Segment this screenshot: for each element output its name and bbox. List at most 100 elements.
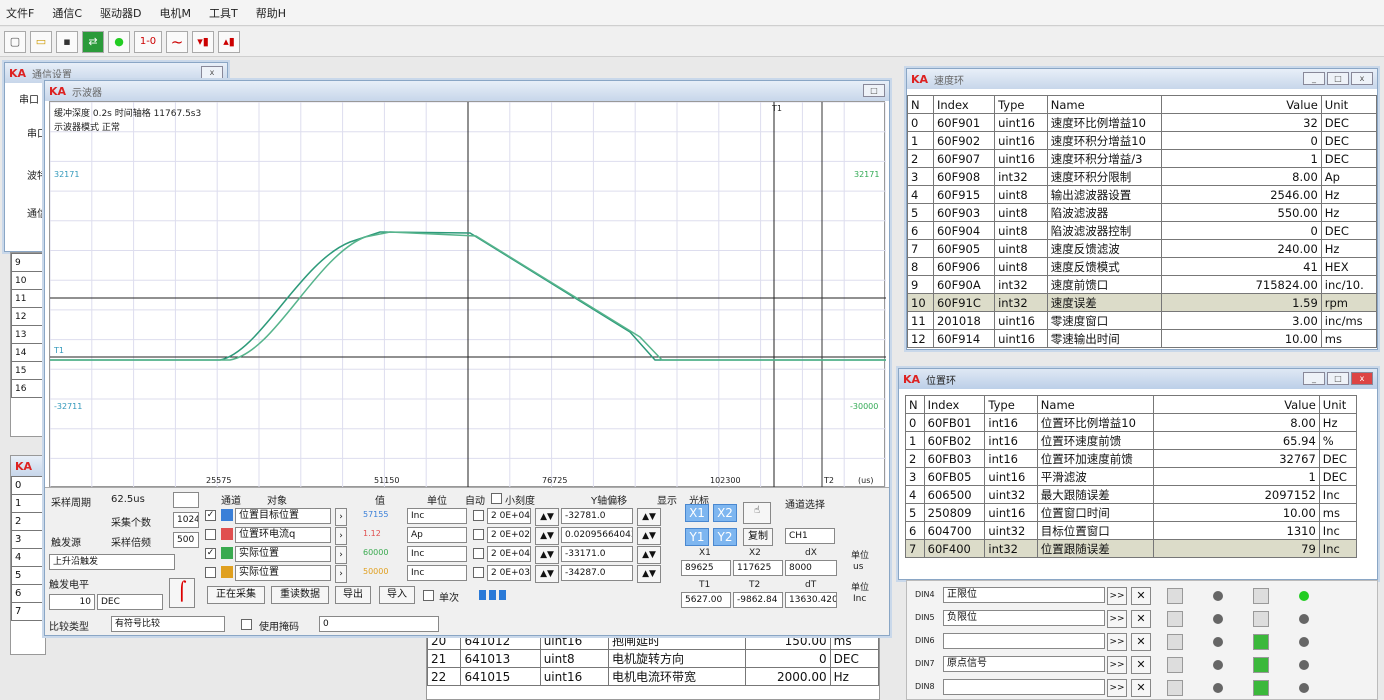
scale-adjust-button[interactable]: ▲▼ [535,565,559,583]
io-label-input[interactable]: 负限位 [943,610,1105,626]
use-mask-checkbox[interactable] [241,619,252,630]
io-force-icon[interactable] [1253,680,1269,696]
table-row[interactable]: 1 60FB02 int16 位置环速度前馈 65.94% [905,431,1358,450]
close-icon[interactable]: x [201,66,223,79]
rising-edge-icon[interactable]: ⌠ [169,578,195,608]
channel-color-swatch[interactable] [221,547,233,559]
table-row[interactable]: 3 60F908 int32 速度环积分限制 8.00 Ap [907,167,1378,186]
export-button[interactable]: 导出 [335,586,371,604]
more-button[interactable]: >> [1107,679,1127,697]
io-label-input[interactable] [943,679,1105,695]
channel-offset-input[interactable]: -34287.0 [561,565,633,581]
channel-enable-checkbox[interactable]: ✓ [205,548,216,559]
table-row[interactable]: 10 60F91C int32 速度误差 1.59 rpm [907,293,1378,312]
menu-driver[interactable]: 驱动器D [100,5,141,21]
compare-type-select[interactable]: 有符号比较 [111,616,225,632]
status-led-icon[interactable]: ● [108,30,130,53]
channel-color-swatch[interactable] [221,566,233,578]
param-down-icon[interactable]: ▾▮ [192,30,214,53]
more-button[interactable]: >> [1107,656,1127,674]
maximize-icon[interactable]: □ [1327,72,1349,85]
connect-icon[interactable]: ⇄ [82,30,104,53]
menu-help[interactable]: 帮助H [256,5,286,21]
channel-enable-checkbox[interactable] [205,567,216,578]
save-icon[interactable]: ▪ [56,30,78,53]
table-row[interactable]: 8 60F906 uint8 速度反馈模式 41 HEX [907,257,1378,276]
table-row[interactable]: 2 60F907 uint16 速度环积分增益/3 1 DEC [907,149,1378,168]
cursor-y2-button[interactable]: Y2 [713,528,737,546]
cursor-x2-button[interactable]: X2 [713,504,737,522]
table-row[interactable]: 0 60FB01 int16 位置环比例增益10 8.00 Hz [905,413,1358,432]
scope-plot-area[interactable]: 缓冲深度 0.2s 时间轴格 11767.5s3 示波器模式 正常 32171 … [49,101,887,488]
channel-scale-input[interactable]: 2 0E+03 [487,565,531,581]
channel-auto-checkbox[interactable] [473,510,484,521]
table-row[interactable]: 3 60FB05 uint16 平滑滤波 1 DEC [905,467,1358,486]
offset-adjust-button[interactable]: ▲▼ [637,527,661,545]
channel-more-button[interactable]: › [335,546,347,564]
channel-offset-input[interactable]: -33171.0 [561,546,633,562]
copy-button[interactable]: 复制 [743,528,773,546]
table-row[interactable]: 6 60F904 uint8 陷波滤波器控制 0 DEC [907,221,1378,240]
channel-object-select[interactable]: 实际位置 [235,546,331,562]
table-row[interactable]: 5 250809 uint16 位置窗口时间 10.00 ms [905,503,1358,522]
minimize-icon[interactable]: _ [1303,372,1325,385]
channel-color-swatch[interactable] [221,528,233,540]
channel-unit-select[interactable]: Inc [407,565,467,581]
channel-offset-input[interactable]: -32781.0 [561,508,633,524]
trigger-mode-select[interactable]: 上升沿触发 [49,554,175,570]
channel-auto-checkbox[interactable] [473,567,484,578]
open-folder-icon[interactable]: ▭ [30,30,52,53]
io-force-icon[interactable] [1253,634,1269,650]
channel-object-select[interactable]: 实际位置 [235,565,331,581]
channel-scale-input[interactable]: 2 0E+04 [487,546,531,562]
menu-file[interactable]: 文件F [6,5,34,21]
table-row[interactable]: 0 60F901 uint16 速度环比例增益10 32 DEC [907,113,1378,132]
single-shot-checkbox[interactable] [423,590,434,601]
sample-ratio-input[interactable]: 500 [173,532,199,548]
table-row[interactable]: 9 60F90A int32 速度前馈口 715824.00 inc/10. [907,275,1378,294]
mask-input[interactable]: 0 [319,616,439,632]
channel-enable-checkbox[interactable]: ✓ [205,510,216,521]
sample-period-input[interactable] [173,492,199,508]
channel-more-button[interactable]: › [335,508,347,526]
clear-icon[interactable]: ✕ [1131,656,1151,674]
maximize-icon[interactable]: □ [1327,372,1349,385]
clear-icon[interactable]: ✕ [1131,587,1151,605]
table-row[interactable]: 12 60F914 uint16 零速输出时间 10.00 ms [907,329,1378,348]
channel-select[interactable]: CH1 [785,528,835,544]
close-icon[interactable]: x [1351,72,1373,85]
offset-adjust-button[interactable]: ▲▼ [637,565,661,583]
channel-enable-checkbox[interactable] [205,529,216,540]
table-row[interactable]: 4 60F915 uint8 输出滤波器设置 2546.00 Hz [907,185,1378,204]
menu-comm[interactable]: 通信C [52,5,82,21]
reread-data-button[interactable]: 重读数据 [271,586,329,604]
more-button[interactable]: >> [1107,633,1127,651]
channel-unit-select[interactable]: Inc [407,508,467,524]
collecting-button[interactable]: 正在采集 [207,586,265,604]
table-row[interactable]: 2 60FB03 int16 位置环加速度前馈 32767 DEC [905,449,1358,468]
scale-adjust-button[interactable]: ▲▼ [535,546,559,564]
io-force-icon[interactable] [1253,657,1269,673]
menu-tools[interactable]: 工具T [209,5,238,21]
channel-offset-input[interactable]: 0.020956640432 [561,527,633,543]
io-force-icon[interactable] [1253,611,1269,627]
clear-icon[interactable]: ✕ [1131,610,1151,628]
table-row[interactable]: 11 201018 uint16 零速度窗口 3.00 inc/ms [907,311,1378,330]
io-label-input[interactable]: 正限位 [943,587,1105,603]
offset-adjust-button[interactable]: ▲▼ [637,546,661,564]
clear-icon[interactable]: ✕ [1131,679,1151,697]
io-label-input[interactable]: 原点信号 [943,656,1105,672]
clear-icon[interactable]: ✕ [1131,633,1151,651]
channel-object-select[interactable]: 位置环电流q [235,527,331,543]
table-row[interactable]: 5 60F903 uint8 陷波滤波器 550.00 Hz [907,203,1378,222]
channel-unit-select[interactable]: Ap [407,527,467,543]
minimize-icon[interactable]: _ [1303,72,1325,85]
channel-scale-input[interactable]: 2 0E+02 [487,527,531,543]
import-button[interactable]: 导入 [379,586,415,604]
scale-adjust-button[interactable]: ▲▼ [535,508,559,526]
channel-unit-select[interactable]: Inc [407,546,467,562]
hand-icon[interactable]: ☝ [743,502,771,524]
table-row[interactable]: 22 641015 uint16 电机电流环带宽 2000.00 Hz [426,667,880,686]
channel-auto-checkbox[interactable] [473,548,484,559]
channel-object-select[interactable]: 位置目标位置 [235,508,331,524]
